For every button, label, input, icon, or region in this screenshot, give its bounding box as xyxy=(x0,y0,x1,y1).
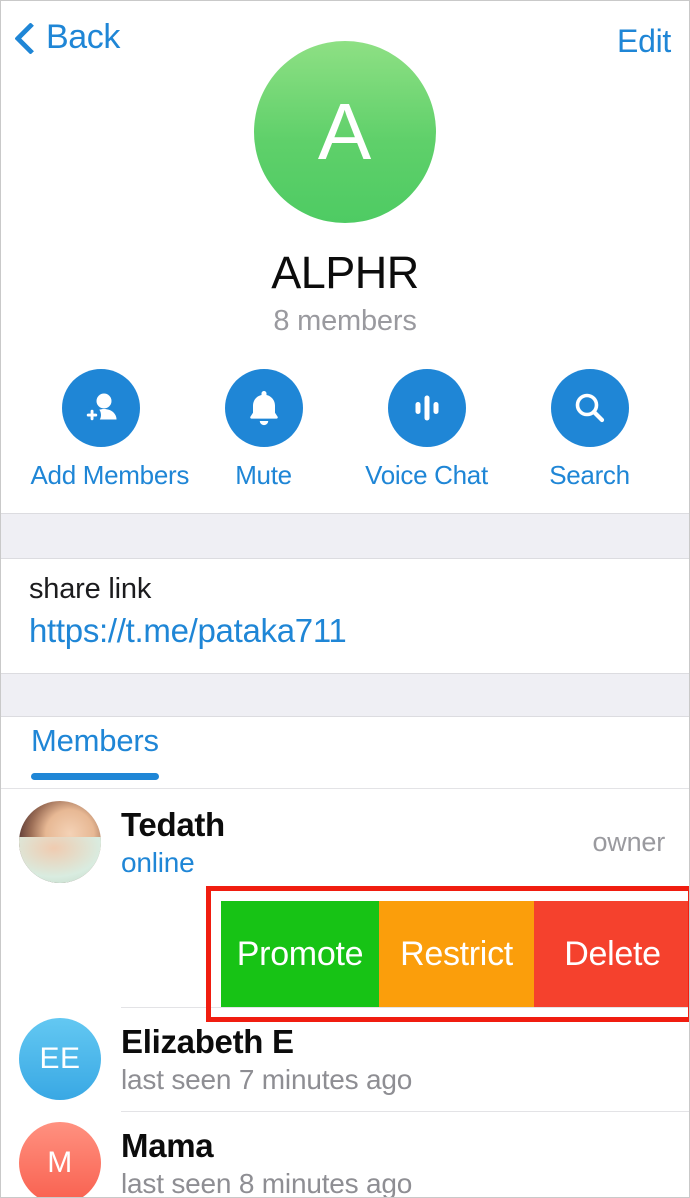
avatar-initials: M xyxy=(47,1146,73,1179)
mute-circle xyxy=(224,369,303,447)
members-tab-bar: Members xyxy=(1,717,689,789)
tab-active-indicator xyxy=(31,773,159,780)
swipe-action-row: Promote Restrict Delete xyxy=(221,901,689,1007)
member-row-elizabeth[interactable]: EE Elizabeth E last seen 7 minutes ago xyxy=(1,1007,689,1111)
member-role-badge: owner xyxy=(592,826,665,857)
search-label: Search xyxy=(549,460,630,490)
voice-chat-button[interactable]: Voice Chat xyxy=(357,369,497,491)
group-profile-header: A ALPHR 8 members xyxy=(1,41,689,338)
search-icon xyxy=(575,393,604,423)
mute-label: Mute xyxy=(235,460,292,490)
group-avatar[interactable]: A xyxy=(254,41,436,223)
group-title: ALPHR xyxy=(271,247,419,298)
member-name: Mama xyxy=(121,1126,214,1164)
action-button-row: Add Members Mute Voice Chat Search xyxy=(1,369,689,491)
share-link-url[interactable]: https://t.me/pataka711 xyxy=(29,612,661,650)
add-members-label: Add Members xyxy=(30,460,190,490)
voice-chat-circle xyxy=(387,369,466,447)
avatar: EE xyxy=(19,1018,101,1100)
delete-button[interactable]: Delete xyxy=(534,901,689,1007)
avatar xyxy=(19,801,101,883)
member-status: last seen 7 minutes ago xyxy=(121,1063,413,1095)
share-link-label: share link xyxy=(29,573,152,605)
tab-members-label: Members xyxy=(31,723,159,758)
member-status: last seen 8 minutes ago xyxy=(121,1167,413,1198)
telegram-group-info-screen: Back Edit A ALPHR 8 members Add Members xyxy=(0,0,690,1198)
member-name: Elizabeth E xyxy=(121,1022,294,1060)
member-text: Elizabeth E last seen 7 minutes ago xyxy=(121,1023,689,1096)
mute-button[interactable]: Mute xyxy=(194,369,334,491)
share-link-section: share link https://t.me/pataka711 xyxy=(1,559,689,673)
member-row-tedath[interactable]: Tedath online owner xyxy=(1,790,689,894)
search-circle xyxy=(550,369,629,447)
add-members-circle xyxy=(61,369,140,447)
member-status: online xyxy=(121,846,195,878)
avatar-initials: EE xyxy=(39,1042,81,1075)
tab-members[interactable]: Members xyxy=(31,723,159,780)
member-text: Tedath online xyxy=(121,806,592,879)
search-button[interactable]: Search xyxy=(520,369,660,491)
add-person-icon xyxy=(82,393,116,424)
member-name: Tedath xyxy=(121,805,225,843)
member-text: Mama last seen 8 minutes ago xyxy=(121,1127,689,1198)
restrict-button[interactable]: Restrict xyxy=(379,901,534,1007)
member-row-mama[interactable]: M Mama last seen 8 minutes ago xyxy=(1,1111,689,1198)
voice-chat-label: Voice Chat xyxy=(365,460,488,490)
section-separator-top xyxy=(1,513,689,559)
waveform-icon xyxy=(415,395,438,421)
section-separator-bottom xyxy=(1,673,689,717)
avatar: M xyxy=(19,1122,101,1197)
group-member-count: 8 members xyxy=(273,305,417,337)
add-members-button[interactable]: Add Members xyxy=(30,369,190,491)
bell-icon xyxy=(249,391,278,426)
group-avatar-letter: A xyxy=(317,87,373,176)
promote-button[interactable]: Promote xyxy=(221,901,379,1007)
